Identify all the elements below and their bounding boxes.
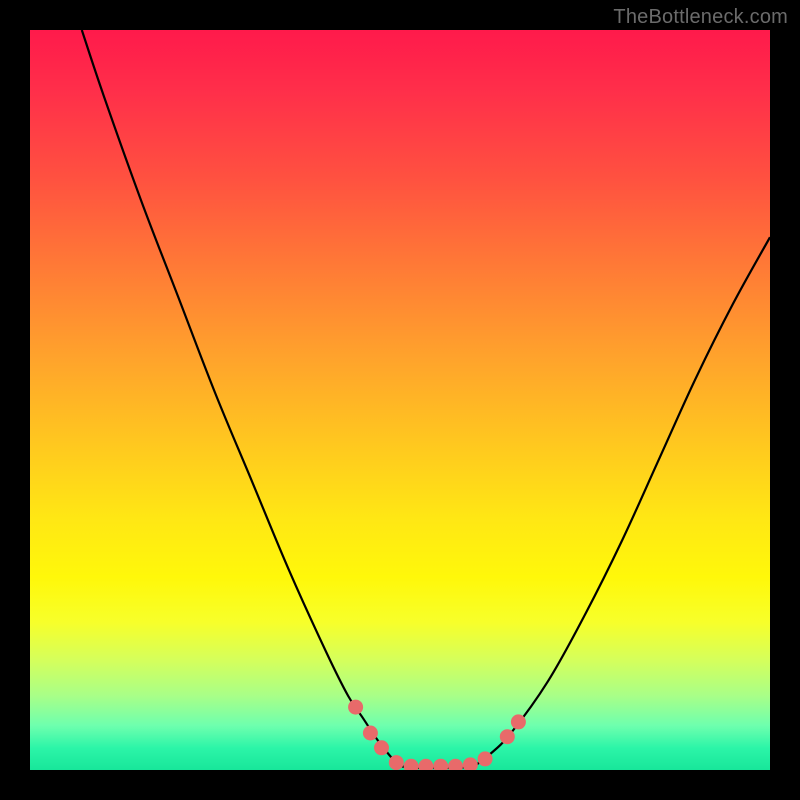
data-marker [433,759,448,770]
data-marker [348,700,363,715]
data-marker [389,755,404,770]
data-marker [418,759,433,770]
plot-area [30,30,770,770]
marker-group [348,700,526,770]
data-marker [500,729,515,744]
data-marker [463,757,478,770]
data-marker [448,759,463,770]
data-marker [478,751,493,766]
data-marker [404,759,419,770]
data-marker [363,726,378,741]
watermark-text: TheBottleneck.com [613,6,788,29]
data-marker [511,714,526,729]
chart-frame: TheBottleneck.com [0,0,800,800]
chart-svg [30,30,770,770]
curve-left [82,30,400,766]
curve-group [82,30,770,768]
curve-right [474,237,770,766]
data-marker [374,740,389,755]
